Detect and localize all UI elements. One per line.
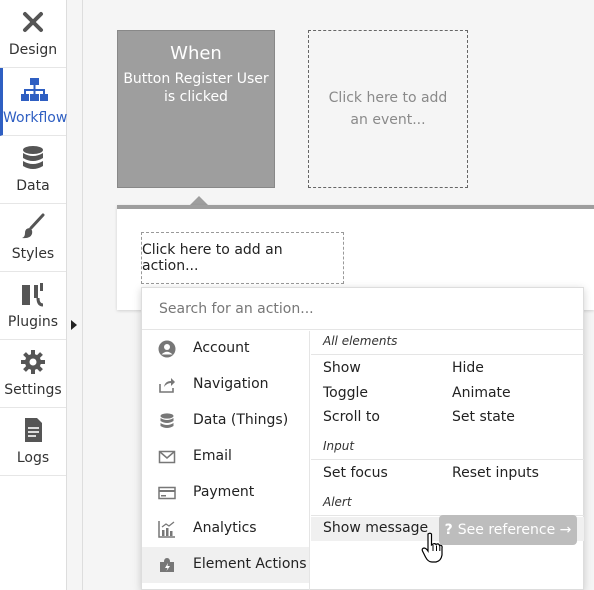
- category-email[interactable]: Email: [142, 439, 309, 475]
- section-title: Input: [323, 439, 355, 453]
- sidebar-item-logs[interactable]: Logs: [0, 408, 66, 476]
- credit-card-icon: [158, 486, 176, 500]
- envelope-icon: [158, 450, 176, 464]
- action-item-show-message[interactable]: Show message: [323, 520, 428, 536]
- action-item[interactable]: Hide: [452, 360, 484, 376]
- action-list: All elements Show Hide Toggle Animate Sc…: [311, 331, 584, 590]
- section-divider: [311, 459, 584, 460]
- gear-icon: [21, 350, 45, 374]
- event-title: When: [170, 43, 222, 64]
- sidebar-item-label: Plugins: [7, 314, 59, 330]
- category-navigation[interactable]: Navigation: [142, 367, 309, 403]
- action-dropdown: Account Navigation Data (Things) Email: [141, 287, 584, 590]
- sidebar-item-label: Settings: [4, 382, 62, 398]
- sidebar-item-plugins[interactable]: Plugins: [0, 272, 66, 340]
- chart-icon: [158, 521, 175, 538]
- category-label: Element Actions: [193, 556, 307, 572]
- search-input[interactable]: [142, 288, 583, 330]
- workflow-icon: [20, 78, 48, 101]
- sidebar-item-label: Logs: [16, 450, 50, 466]
- sidebar-item-design[interactable]: Design: [0, 0, 66, 68]
- add-event-placeholder[interactable]: Click here to add an event...: [308, 30, 468, 188]
- category-account[interactable]: Account: [142, 331, 309, 367]
- action-item[interactable]: Scroll to: [323, 409, 380, 425]
- design-icon: [23, 12, 43, 32]
- plug-icon: [22, 283, 44, 307]
- category-payment[interactable]: Payment: [142, 475, 309, 511]
- sidebar-item-workflow[interactable]: Workflow: [0, 68, 68, 136]
- category-analytics[interactable]: Analytics: [142, 511, 309, 547]
- action-item[interactable]: Reset inputs: [452, 465, 539, 481]
- help-icon: ?: [444, 522, 453, 538]
- sidebar: Design Workflow Data Styles Plugins Sett…: [0, 0, 67, 590]
- sidebar-item-label: Design: [8, 42, 58, 58]
- sidebar-item-label: Workflow: [3, 110, 68, 126]
- user-icon: [158, 340, 176, 358]
- brush-icon: [22, 213, 45, 239]
- category-label: Analytics: [193, 520, 257, 536]
- section-divider: [311, 354, 584, 355]
- category-label: Email: [193, 448, 232, 464]
- action-item[interactable]: Show: [323, 360, 361, 376]
- sidebar-item-label: Data: [16, 178, 50, 194]
- expand-arrow-icon[interactable]: [71, 320, 77, 330]
- category-label: Navigation: [193, 376, 269, 392]
- event-card[interactable]: When Button Register User is clicked: [117, 30, 275, 188]
- sidebar-item-styles[interactable]: Styles: [0, 204, 66, 272]
- action-item[interactable]: Toggle: [323, 385, 368, 401]
- section-title: All elements: [323, 334, 398, 348]
- share-icon: [159, 378, 175, 393]
- category-element-actions[interactable]: Element Actions: [142, 547, 309, 583]
- hand-cursor-icon: [421, 532, 443, 563]
- event-description: Button Register User is clicked: [123, 71, 269, 105]
- category-label: Payment: [193, 484, 255, 500]
- sidebar-item-data[interactable]: Data: [0, 136, 66, 204]
- see-reference-button[interactable]: ? See reference →: [439, 515, 577, 545]
- category-data-things[interactable]: Data (Things): [142, 403, 309, 439]
- action-item[interactable]: Animate: [452, 385, 511, 401]
- category-label: Data (Things): [193, 412, 289, 428]
- see-reference-label: See reference →: [457, 522, 572, 538]
- database-icon: [160, 413, 174, 428]
- sidebar-item-settings[interactable]: Settings: [0, 340, 66, 408]
- panel-pointer: [190, 196, 208, 205]
- section-title: Alert: [323, 495, 352, 509]
- action-item[interactable]: Set state: [452, 409, 515, 425]
- category-list: Account Navigation Data (Things) Email P…: [142, 331, 310, 590]
- database-icon: [23, 146, 43, 169]
- document-icon: [25, 418, 42, 442]
- sidebar-item-label: Styles: [11, 246, 55, 262]
- action-item[interactable]: Set focus: [323, 465, 388, 481]
- puzzle-icon: [160, 558, 174, 572]
- category-label: Account: [193, 340, 250, 356]
- add-action-placeholder[interactable]: Click here to add an action...: [141, 232, 344, 284]
